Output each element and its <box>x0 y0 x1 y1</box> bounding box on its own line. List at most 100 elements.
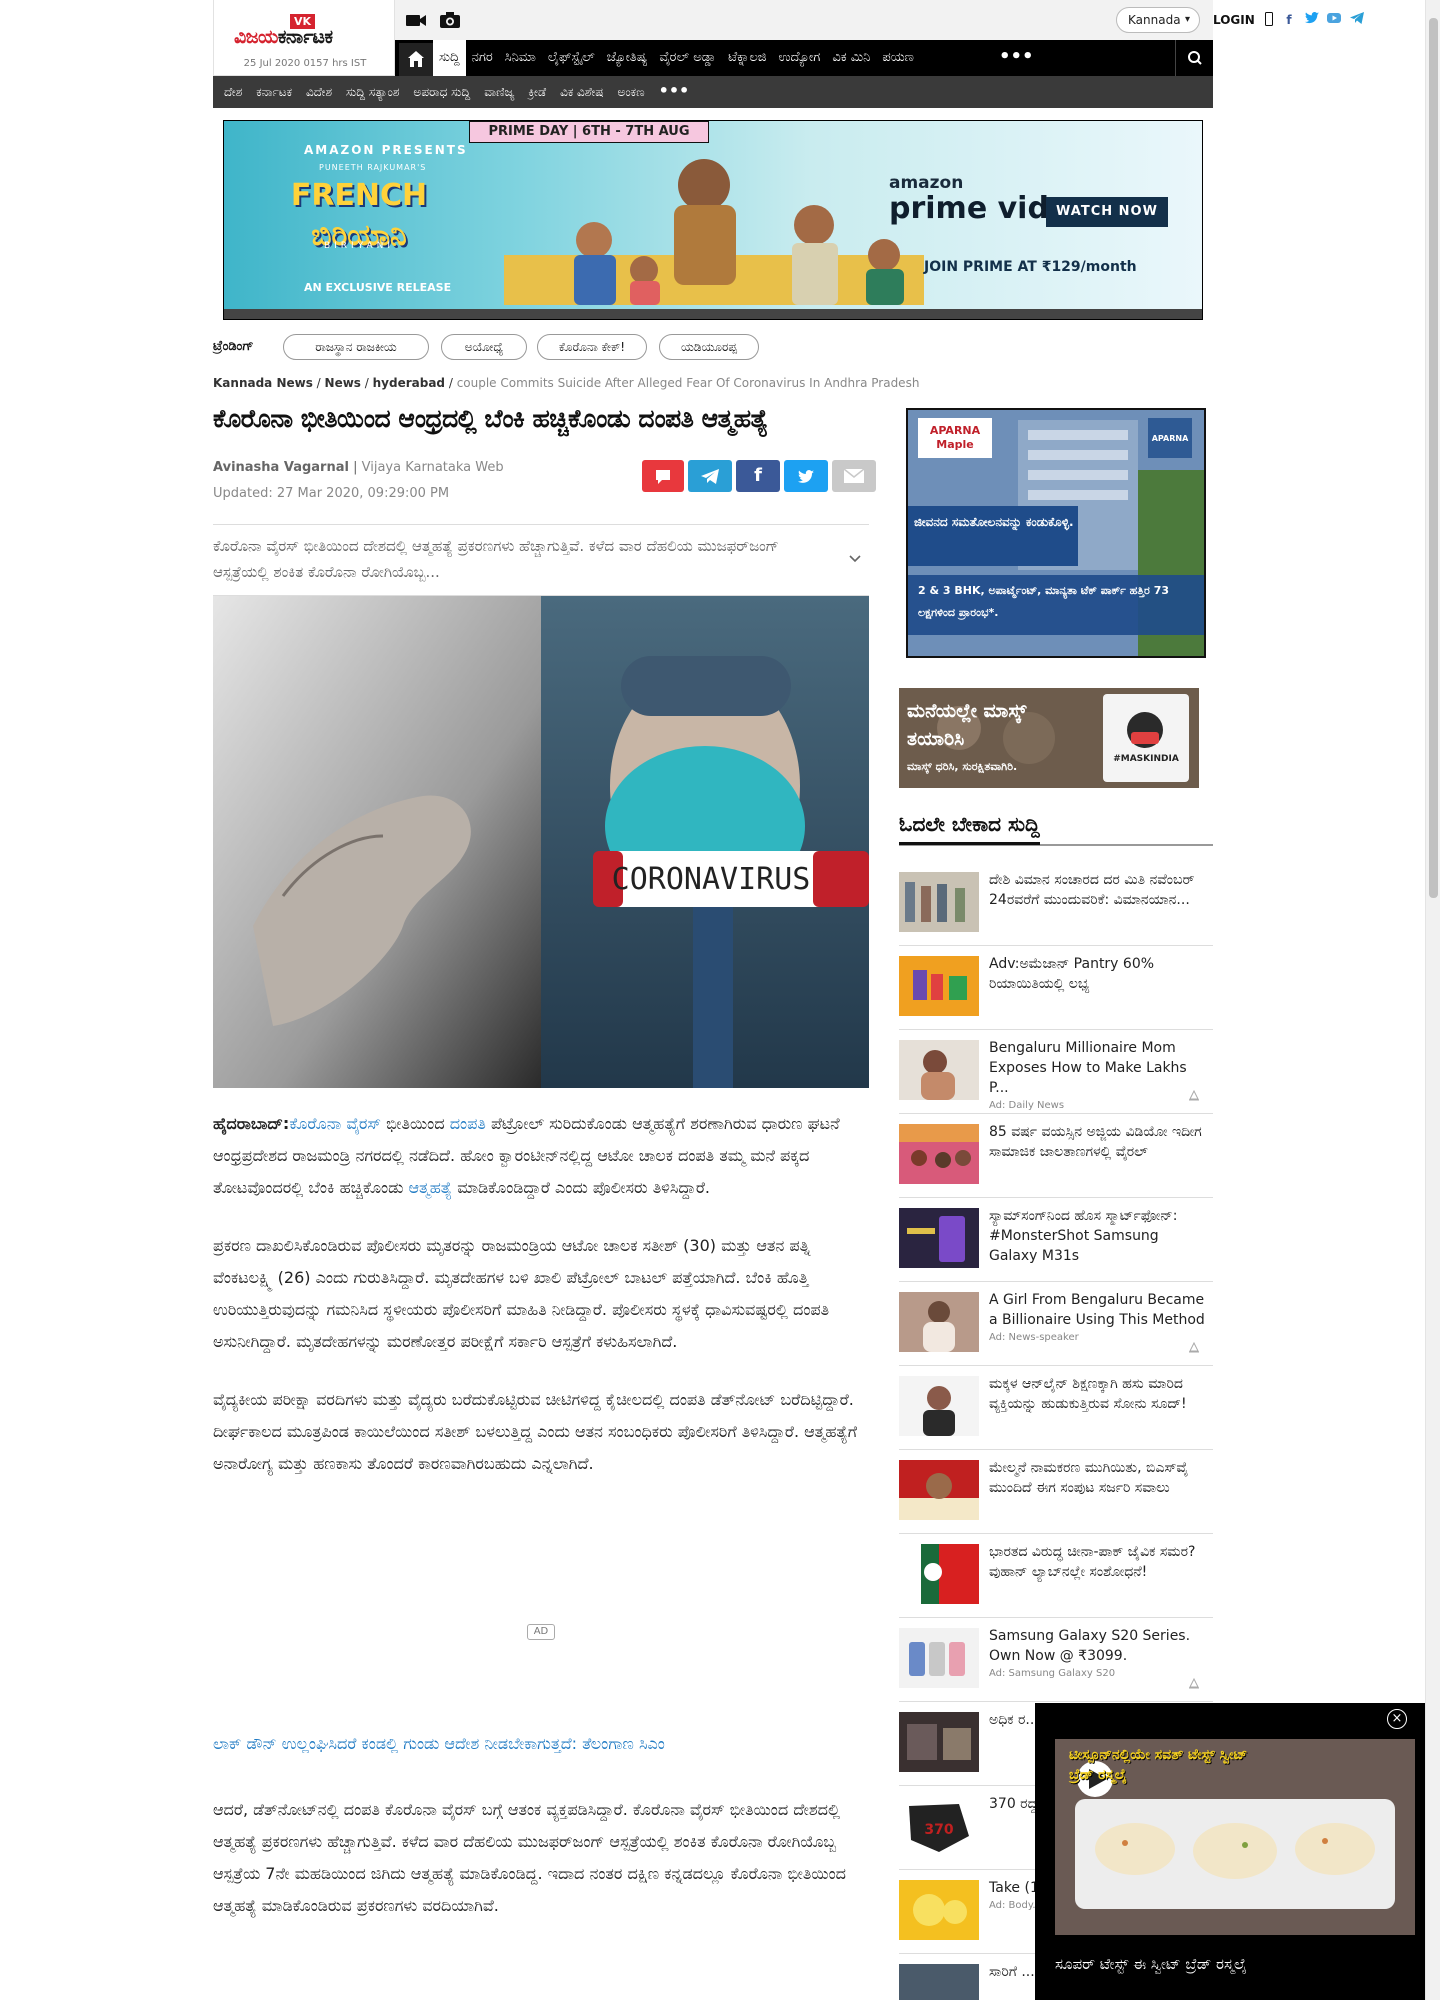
telegram-share-button[interactable] <box>688 460 732 492</box>
language-select[interactable]: Kannada ▾ <box>1116 7 1200 33</box>
article-body-continued: ಆದರೆ, ಡೆತ್‌ನೋಟ್‌ನಲ್ಲಿ ದಂಪತಿ ಕೊರೊನಾ ವೈರಸ್… <box>213 1794 869 1922</box>
search-button[interactable] <box>1175 40 1213 76</box>
subnav-item[interactable]: ಕ್ರೀಡೆ <box>521 76 553 108</box>
sponsor-label: Ad: Daily News <box>989 1100 1065 1111</box>
logo-text-black: ಕರ್ನಾಟಕ <box>277 26 333 48</box>
article-author[interactable]: Avinasha Vagarnal <box>213 460 349 475</box>
advertisement-banner[interactable]: PRIME DAY | 6TH - 7TH AUG AMAZON PRESENT… <box>223 120 1203 320</box>
nav-item[interactable]: ಲೈಫ್‌ಸ್ಟೈಲ್ <box>542 40 601 76</box>
scrollbar-thumb[interactable] <box>1429 18 1438 898</box>
banner-join-prime: JOIN PRIME AT ₹129/month <box>924 259 1137 275</box>
list-item[interactable]: Adv:ಅಮೆಜಾನ್ Pantry 60% ರಿಯಾಯಿತಿಯಲ್ಲಿ ಲಭ್… <box>899 946 1213 1030</box>
twitter-icon[interactable] <box>1305 12 1319 28</box>
subnav-item[interactable]: ವಿದೇಶ <box>299 76 339 108</box>
facebook-icon[interactable]: f <box>1283 12 1295 28</box>
top-bar: Kannada ▾ LOGIN f <box>395 0 1364 40</box>
nav-item[interactable]: ಪಯಣ <box>876 40 919 76</box>
telegram-icon[interactable] <box>1350 12 1364 28</box>
twitter-icon <box>798 470 814 483</box>
nav-item[interactable]: ಸಿನಿಮಾ <box>499 40 542 76</box>
banner-producer: PUNEETH RAJKUMAR'S <box>319 163 427 172</box>
trending-tag[interactable]: ಯಡಿಯೂರಪ್ಪ <box>659 334 759 360</box>
breadcrumb-item[interactable]: hyderabad <box>373 376 445 390</box>
list-item[interactable]: ಮೇಲ್ಮನೆ ನಾಮಕರಣ ಮುಗಿಯಿತು, ಬಿಎಸ್‌ವೈ ಮುಂದಿದ… <box>899 1450 1213 1534</box>
nav-item[interactable]: ನಗರ <box>466 40 499 76</box>
more-menu-icon[interactable]: ••• <box>652 76 697 108</box>
nav-item[interactable]: ವಿಕ ಮಿನಿ <box>826 40 876 76</box>
home-button[interactable] <box>399 43 433 76</box>
subnav-item[interactable]: ವಿಕ ವಿಶೇಷ <box>553 76 610 108</box>
article-paragraph: ವೈದ್ಯಕೀಯ ಪರೀಕ್ಷಾ ವರದಿಗಳು ಮತ್ತು ವೈದ್ಯರು ಬ… <box>213 1390 858 1473</box>
list-item[interactable]: A Girl From Bengaluru Became a Billionai… <box>899 1282 1213 1366</box>
inline-link[interactable]: ಕೊರೊನಾ ವೈರಸ್ <box>289 1114 381 1133</box>
trending-tag[interactable]: ರಾಜಸ್ಥಾನ ರಾಜಕೀಯ <box>283 334 429 360</box>
video-frame[interactable]: ಟೀಸ್ಪೂನ್‌ನಲ್ಲಿಯೇ ಸವತ್ ಟೇಸ್ಟ್ ಸ್ವೀಟ್ ಬ್ರೆ… <box>1055 1739 1415 1935</box>
article-summary[interactable]: ಕೊರೊನಾ ವೈರಸ್ ಭೀತಿಯಿಂದ ದೇಶದಲ್ಲಿ ಆತ್ಮಹತ್ಯೆ… <box>213 524 869 596</box>
sidebar-ad-maskindia[interactable]: ಮನೆಯಲ್ಲೇ ಮಾಸ್ಕ್ ತಯಾರಿಸಿ ಮಾಸ್ಕ್ ಧರಿಸಿ, ಸು… <box>899 688 1199 788</box>
list-item[interactable]: Bengaluru Millionaire Mom Exposes How to… <box>899 1030 1213 1114</box>
chevron-down-icon[interactable] <box>847 551 863 567</box>
subnav-item[interactable]: ಅಂಕಣ <box>610 76 651 108</box>
youtube-icon[interactable] <box>1327 12 1341 28</box>
page-scrollbar[interactable] <box>1425 0 1440 2000</box>
list-item[interactable]: ಮಕ್ಕಳ ಆನ್‌ಲೈನ್ ಶಿಕ್ಷಣಕ್ಕಾಗಿ ಹಸು ಮಾರಿದ ವ್… <box>899 1366 1213 1450</box>
logo-text: ವಿಜಯಕರ್ನಾಟಕ <box>234 26 333 48</box>
list-item[interactable]: 85 ವರ್ಷ ವಯಸ್ಸಿನ ಅಜ್ಜಿಯ ವಿಡಿಯೋ ಇದೀಗ ಸಾಮಾಜ… <box>899 1114 1213 1198</box>
nav-item[interactable]: ಜ್ಯೋತಿಷ್ಯ <box>601 40 654 76</box>
subnav-item[interactable]: ಸುದ್ದಿ ಸತ್ಯಾಂಶ <box>339 76 406 108</box>
comment-button[interactable] <box>642 460 684 492</box>
breadcrumb-item[interactable]: News <box>325 376 361 390</box>
list-item[interactable]: ಭಾರತದ ವಿರುದ್ಧ ಚೀನಾ-ಪಾಕ್ ಜೈವಿಕ ಸಮರ? ವುಹಾನ… <box>899 1534 1213 1618</box>
subnav-item[interactable]: ವಾಣಿಜ್ಯ <box>477 76 521 108</box>
article-paragraph: ಹೈದರಾಬಾದ್:ಕೊರೊನಾ ವೈರಸ್ ಭೀತಿಯಿಂದ ದಂಪತಿ ಪೆ… <box>213 1108 869 1204</box>
trending-tag[interactable]: ಅಯೋಧ್ಯೆ <box>441 334 527 360</box>
sponsor-label: Ad: News-speaker <box>989 1332 1079 1343</box>
list-item[interactable]: Samsung Galaxy S20 Series. Own Now @ ₹30… <box>899 1618 1213 1702</box>
nav-item[interactable]: ವೈರಲ್ ಅಡ್ಡಾ <box>653 40 722 76</box>
nav-item[interactable]: ಟೆಕ್ನಾಲಜಿ <box>722 40 772 76</box>
logo-box[interactable]: VK ವಿಜಯಕರ್ನಾಟಕ 25 Jul 2020 0157 hrs IST <box>213 0 395 76</box>
secondary-nav-list: ದೇಶ ಕರ್ನಾಟಕ ವಿದೇಶ ಸುದ್ದಿ ಸತ್ಯಾಂಶ ಅಪರಾಧ ಸ… <box>213 76 1213 108</box>
aparna-brand: APARNA Maple <box>929 424 981 451</box>
subnav-item[interactable]: ಅಪರಾಧ ಸುದ್ದಿ <box>406 76 477 108</box>
ad-choices-icon[interactable] <box>1187 1340 1201 1354</box>
ad-choices-icon[interactable] <box>1187 1676 1201 1690</box>
photo-camera-icon[interactable] <box>439 10 461 30</box>
thumbnail <box>899 1628 979 1688</box>
thumbnail <box>899 1880 979 1940</box>
article-body: ಹೈದರಾಬಾದ್:ಕೊರೊನಾ ವೈರಸ್ ಭೀತಿಯಿಂದ ದಂಪತಿ ಪೆ… <box>213 1108 869 1506</box>
article: ಕೊರೊನಾ ಭೀತಿಯಿಂದ ಆಂಧ್ರದಲ್ಲಿ ಬೆಂಕಿ ಹಚ್ಚಿಕೊ… <box>213 400 876 1915</box>
related-article-link[interactable]: ಲಾಕ್ ಡೌನ್ ಉಲ್ಲಂಘಿಸಿದರೆ ಕಂಡಲ್ಲಿ ಗುಂಡು ಆದೇ… <box>213 1734 665 1754</box>
close-video-button[interactable]: × <box>1387 1709 1407 1729</box>
thumbnail <box>899 1040 979 1100</box>
inline-link[interactable]: ದಂಪತಿ <box>450 1114 486 1133</box>
banner-watch-now-button[interactable]: WATCH NOW <box>1046 197 1168 227</box>
banner-footer-bar <box>224 309 1202 319</box>
list-item[interactable]: ಸ್ಯಾಮ್‌ಸಂಗ್‌ನಿಂದ ಹೊಸ ಸ್ಮಾರ್ಟ್‌ಫೋನ್: #Mon… <box>899 1198 1213 1282</box>
email-share-button[interactable] <box>832 460 876 492</box>
ad-choices-icon[interactable] <box>1187 1088 1201 1102</box>
login-button[interactable]: LOGIN <box>1213 13 1255 27</box>
article-updated: Updated: 27 Mar 2020, 09:29:00 PM <box>213 486 450 501</box>
inline-link[interactable]: ಆತ್ಮಹತ್ಯೆ <box>409 1178 453 1197</box>
mobile-icon[interactable] <box>1264 12 1274 30</box>
list-item-title: Bengaluru Millionaire Mom Exposes How to… <box>989 1038 1209 1114</box>
twitter-share-button[interactable] <box>784 460 828 492</box>
thumbnail <box>899 1712 979 1772</box>
list-item[interactable]: ದೇಶಿ ವಿಮಾನ ಸಂಚಾರದ ದರ ಮಿತಿ ನವೆಂಬರ್ 24ರವರೆ… <box>899 862 1213 946</box>
facebook-share-button[interactable]: f <box>736 460 780 492</box>
telegram-icon <box>701 469 719 484</box>
more-menu-icon[interactable]: ••• <box>999 40 1034 74</box>
nav-item[interactable]: ಸುದ್ದಿ <box>433 40 466 76</box>
subnav-item[interactable]: ದೇಶ <box>217 76 249 108</box>
video-caption[interactable]: ಸೂಪರ್ ಟೇಸ್ಟ್ ಈ ಸ್ವೀಟ್ ಬ್ರೆಡ್ ರಸ್ಮಲೈ <box>1055 1955 1247 1973</box>
site-logo[interactable]: VK ವಿಜಯಕರ್ನಾಟಕ <box>234 14 374 50</box>
subnav-item[interactable]: ಕರ್ನಾಟಕ <box>249 76 299 108</box>
video-camera-icon[interactable] <box>405 10 427 30</box>
breadcrumb-item[interactable]: Kannada News <box>213 376 313 390</box>
trending-label: ಟ್ರೆಂಡಿಂಗ್ <box>213 339 254 354</box>
trending-tag[interactable]: ಕೊರೊನಾ ಕೇಕ್! <box>537 334 647 360</box>
nav-item[interactable]: ಉದ್ಯೋಗ <box>773 40 827 76</box>
sidebar-ad-aparna[interactable]: APARNA Maple APARNA ಜೀವನದ ಸಮತೋಲನವನ್ನು ಕಂ… <box>906 408 1206 658</box>
floating-video-player[interactable]: × ಟೀಸ್ಪೂನ್‌ನಲ್ಲಿಯೇ ಸವತ್ ಟೇಸ್ಟ್ ಸ್ವೀಟ್ ಬ್… <box>1035 1703 1440 2000</box>
